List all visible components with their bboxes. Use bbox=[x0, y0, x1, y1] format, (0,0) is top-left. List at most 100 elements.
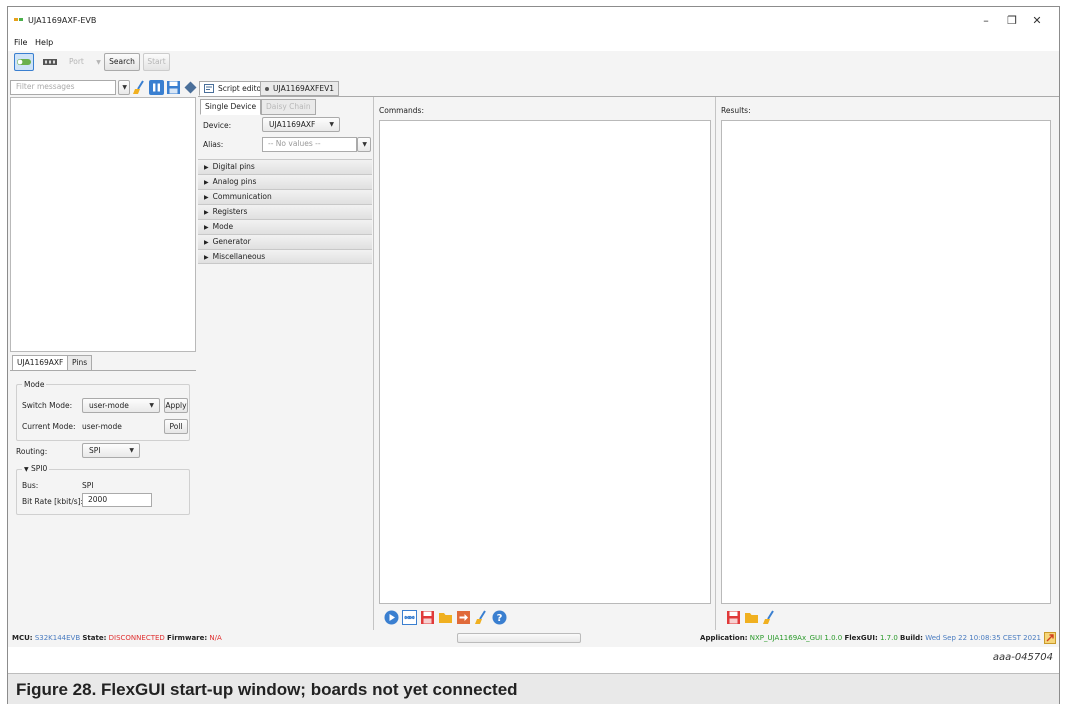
tab-uja1169axf[interactable]: UJA1169AXF bbox=[12, 355, 69, 371]
triangle-right-icon: ▶ bbox=[204, 179, 209, 186]
device-panel: Single Device Daisy Chain Device: UJA116… bbox=[198, 97, 373, 630]
accordion-miscellaneous[interactable]: ▶ Miscellaneous bbox=[198, 249, 372, 264]
device-select[interactable]: UJA1169AXF ▼ bbox=[262, 117, 340, 132]
help-icon: ? bbox=[492, 610, 507, 625]
bus-label: Bus: bbox=[22, 481, 39, 490]
accordion-registers[interactable]: ▶ Registers bbox=[198, 204, 372, 219]
menu-help[interactable]: Help bbox=[35, 38, 53, 47]
import-script-button[interactable] bbox=[456, 610, 471, 625]
open-results-button[interactable] bbox=[744, 610, 759, 625]
accordion-label: Registers bbox=[212, 207, 248, 216]
switch-mode-select[interactable]: user-mode ▼ bbox=[82, 398, 160, 413]
accordion-mode[interactable]: ▶ Mode bbox=[198, 219, 372, 234]
port-select[interactable]: Port ▼ bbox=[64, 53, 102, 71]
open-script-button[interactable] bbox=[438, 610, 453, 625]
spi0-group-title: SPI0 bbox=[31, 464, 48, 473]
accordion-analog-pins[interactable]: ▶ Analog pins bbox=[198, 174, 372, 189]
results-section: Results: bbox=[715, 97, 1059, 630]
app-logo-icon bbox=[14, 18, 23, 21]
application-value: NXP_UJA1169Ax_GUI 1.0.0 bbox=[749, 634, 843, 642]
arrow-right-icon bbox=[457, 611, 470, 624]
accordion-digital-pins[interactable]: ▶ Digital pins bbox=[198, 159, 372, 174]
firmware-label: Firmware: bbox=[167, 634, 208, 642]
apply-button[interactable]: Apply bbox=[164, 398, 188, 413]
diamond-icon bbox=[184, 81, 197, 94]
device-value: UJA1169AXF bbox=[269, 120, 316, 129]
loop-button[interactable] bbox=[402, 610, 417, 625]
status-bar: MCU: S32K144EVB State: DISCONNECTED Firm… bbox=[8, 630, 1059, 647]
triangle-right-icon: ▶ bbox=[204, 239, 209, 246]
alias-input[interactable]: -- No values -- bbox=[262, 137, 357, 152]
usb-board-icon bbox=[43, 59, 57, 65]
routing-value: SPI bbox=[89, 446, 101, 455]
device-settings-panel: Mode Switch Mode: user-mode ▼ Apply Curr… bbox=[10, 370, 196, 628]
poll-button[interactable]: Poll bbox=[164, 419, 188, 434]
filter-messages-input[interactable]: Filter messages bbox=[10, 80, 116, 95]
commands-label: Commands: bbox=[379, 106, 424, 115]
chevron-down-icon: ▼ bbox=[329, 121, 334, 128]
routing-select[interactable]: SPI ▼ bbox=[82, 443, 140, 458]
routing-label: Routing: bbox=[16, 447, 48, 456]
chevron-down-icon: ▼ bbox=[149, 402, 154, 409]
board-icon-button[interactable] bbox=[40, 53, 60, 71]
broom-icon bbox=[133, 80, 144, 94]
clear-script-button[interactable] bbox=[474, 610, 489, 625]
close-button[interactable]: ✕ bbox=[1026, 13, 1048, 29]
state-label: State: bbox=[82, 634, 107, 642]
tab-single-device[interactable]: Single Device bbox=[200, 99, 262, 115]
message-list[interactable] bbox=[10, 97, 196, 352]
triangle-right-icon: ▶ bbox=[204, 254, 209, 261]
menu-file[interactable]: File bbox=[14, 38, 27, 47]
firmware-value: N/A bbox=[209, 634, 222, 642]
triangle-down-icon: ▼ bbox=[24, 466, 29, 473]
spi0-group-toggle[interactable]: ▼ SPI0 bbox=[22, 464, 50, 473]
alias-dropdown-button[interactable]: ▼ bbox=[357, 137, 371, 152]
clear-results-button[interactable] bbox=[762, 610, 777, 625]
results-output[interactable] bbox=[721, 120, 1051, 604]
accordion-label: Analog pins bbox=[212, 177, 257, 186]
accordion-generator[interactable]: ▶ Generator bbox=[198, 234, 372, 249]
accordion-communication[interactable]: ▶ Communication bbox=[198, 189, 372, 204]
application-label: Application: bbox=[700, 634, 748, 642]
chevron-down-icon: ▼ bbox=[362, 141, 367, 148]
maximize-button[interactable]: ❐ bbox=[1001, 13, 1023, 29]
triangle-right-icon: ▶ bbox=[204, 194, 209, 201]
commands-editor[interactable] bbox=[379, 120, 711, 604]
state-value: DISCONNECTED bbox=[108, 634, 165, 642]
search-button[interactable]: Search bbox=[104, 53, 140, 71]
figure-id: aaa-045704 bbox=[992, 652, 1053, 663]
mcu-label: MCU: bbox=[12, 634, 33, 642]
folder-icon bbox=[745, 613, 758, 623]
floppy-icon bbox=[421, 611, 434, 624]
save-script-button[interactable] bbox=[420, 610, 435, 625]
save-results-button[interactable] bbox=[726, 610, 741, 625]
tab-daisy-chain[interactable]: Daisy Chain bbox=[261, 99, 316, 115]
figure-frame: UJA1169AXF-EVB – ❐ ✕ File Help Port ▼ Se… bbox=[7, 6, 1060, 704]
tab-device-uja1169axfev1[interactable]: UJA1169AXFEV1 bbox=[260, 81, 340, 96]
bitrate-input[interactable]: 2000 bbox=[82, 493, 152, 507]
tab-script-editor[interactable]: Script editor bbox=[199, 81, 270, 96]
triangle-right-icon: ▶ bbox=[204, 209, 209, 216]
clear-messages-button[interactable] bbox=[132, 80, 147, 95]
connect-toggle-button[interactable] bbox=[14, 53, 34, 71]
start-button[interactable]: Start bbox=[143, 53, 170, 71]
tab-pins[interactable]: Pins bbox=[67, 355, 93, 371]
current-mode-value: user-mode bbox=[82, 422, 122, 431]
update-icon[interactable] bbox=[1044, 632, 1056, 644]
pin-panel-button[interactable] bbox=[183, 80, 198, 95]
pause-button[interactable] bbox=[149, 80, 164, 95]
minimize-button[interactable]: – bbox=[975, 13, 997, 29]
save-log-button[interactable] bbox=[166, 80, 181, 95]
mcu-status: MCU: S32K144EVB State: DISCONNECTED Firm… bbox=[12, 634, 222, 642]
help-button[interactable]: ? bbox=[492, 610, 507, 625]
connection-toggle-icon bbox=[17, 59, 31, 65]
progress-bar bbox=[457, 633, 581, 643]
run-button[interactable] bbox=[384, 610, 399, 625]
accordion-label: Miscellaneous bbox=[212, 252, 266, 261]
broom-icon bbox=[475, 610, 486, 624]
filter-dropdown-button[interactable]: ▼ bbox=[118, 80, 130, 95]
build-label: Build: bbox=[900, 634, 923, 642]
infinity-icon bbox=[402, 610, 417, 625]
accordion-label: Generator bbox=[212, 237, 251, 246]
chevron-down-icon: ▼ bbox=[96, 59, 101, 66]
